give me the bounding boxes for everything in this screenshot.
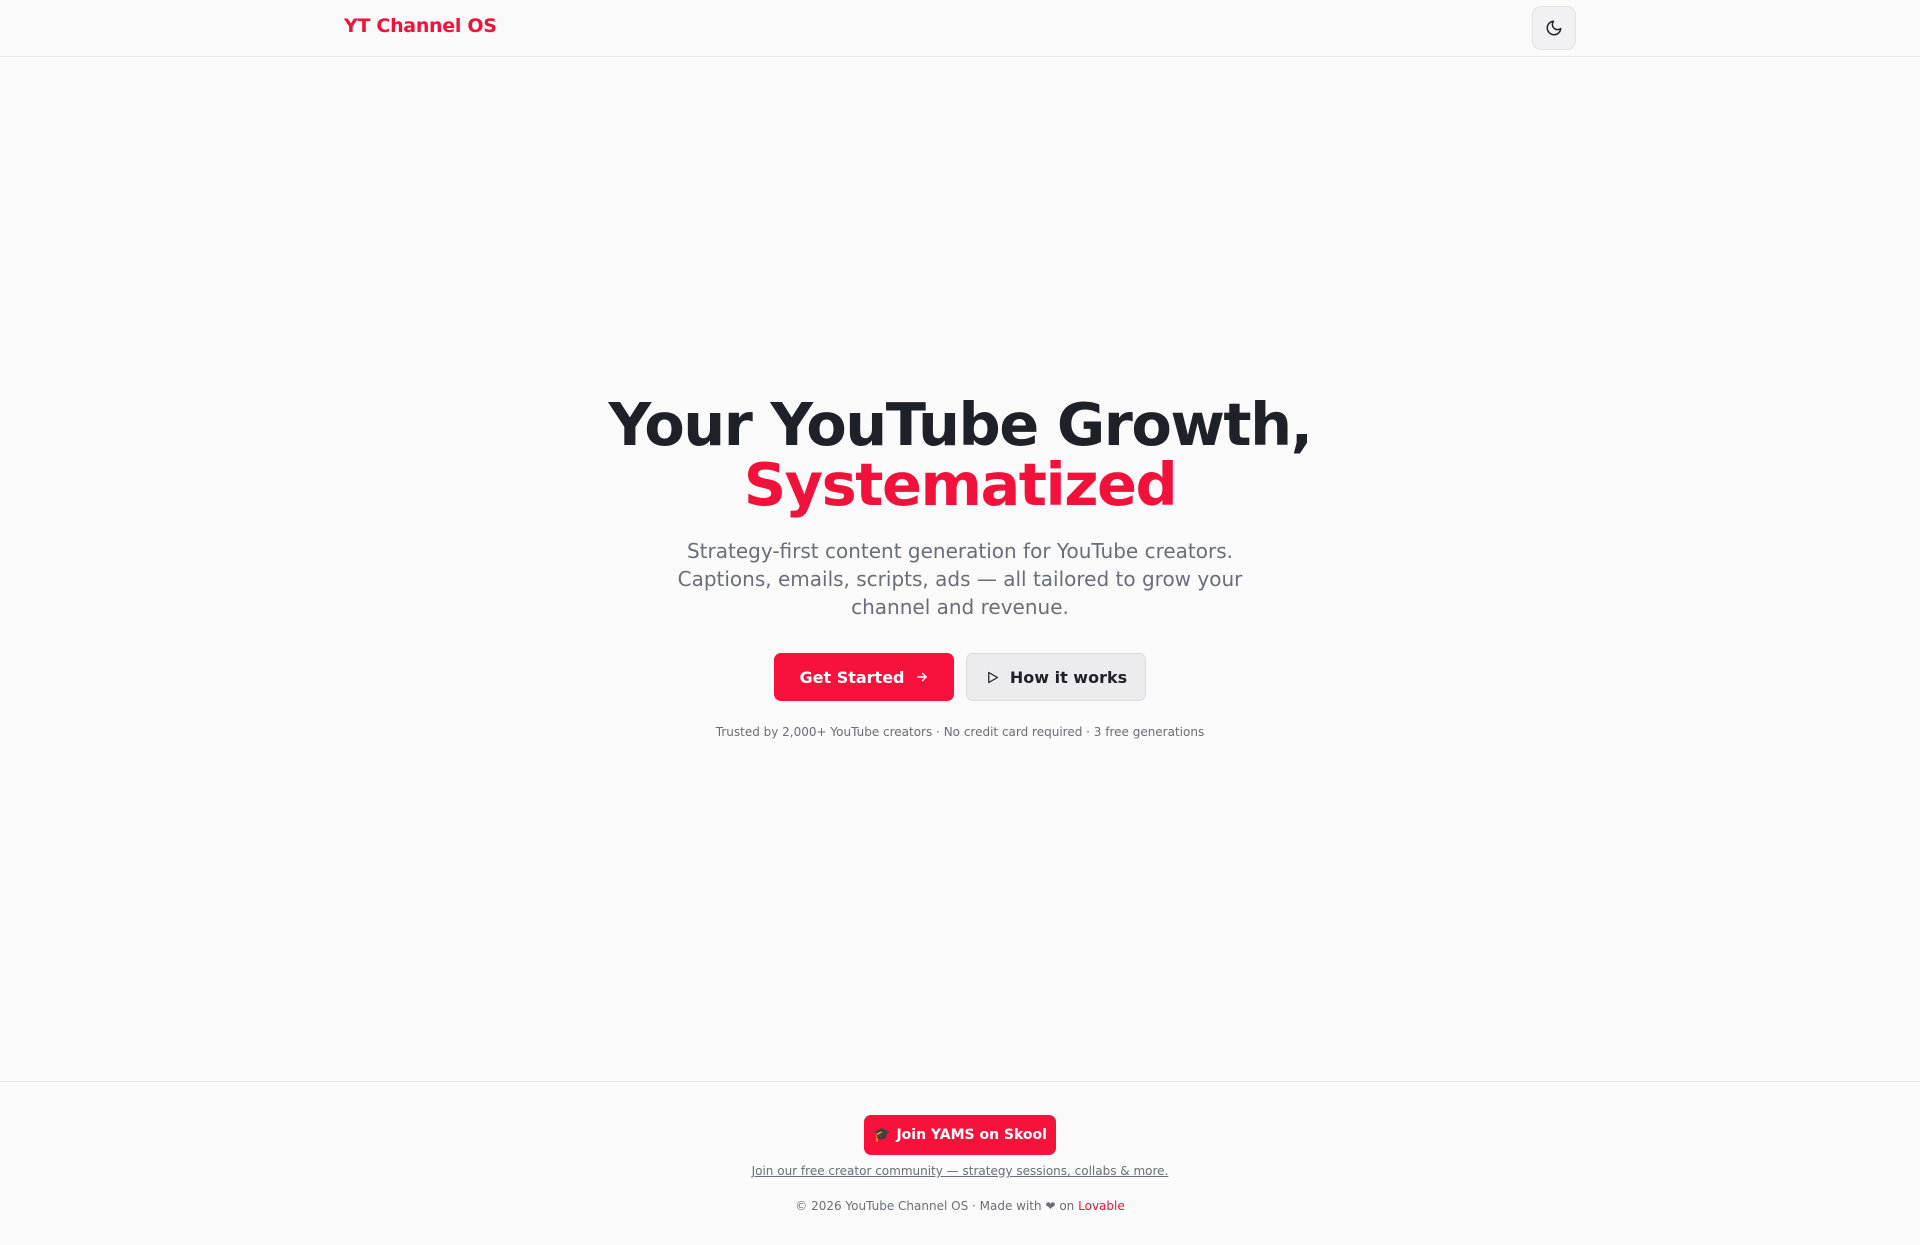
trust-line: Trusted by 2,000+ YouTube creators · No …: [715, 725, 1205, 739]
top-nav: YT Channel OS: [0, 0, 1920, 57]
graduation-cap-icon: 🎓: [873, 1127, 891, 1143]
play-icon: [987, 671, 998, 683]
how-it-works-button[interactable]: How it works: [966, 653, 1146, 701]
moon-icon: [1546, 20, 1562, 36]
footer: 🎓 Join YAMS on Skool Join our free creat…: [0, 1081, 1920, 1245]
join-skool-label: Join YAMS on Skool: [896, 1127, 1047, 1143]
hero-title-highlight: Systematized: [743, 450, 1178, 519]
how-it-works-label: How it works: [1009, 667, 1128, 687]
hero-subtitle: Strategy-first content generation for Yo…: [677, 539, 1243, 619]
community-link-row: Join our free creator community — strate…: [0, 1164, 1920, 1178]
logo[interactable]: YT Channel OS: [344, 15, 497, 37]
theme-toggle-button[interactable]: [1532, 6, 1576, 50]
copyright-text: © 2026 YouTube Channel OS · Made with: [795, 1199, 1042, 1213]
join-skool-button[interactable]: 🎓 Join YAMS on Skool: [864, 1115, 1056, 1155]
community-link[interactable]: Join our free creator community — strate…: [752, 1164, 1169, 1178]
heart-icon: ❤: [1045, 1199, 1056, 1213]
arrow-right-icon: [916, 672, 927, 682]
get-started-button[interactable]: Get Started: [774, 653, 954, 701]
copyright: © 2026 YouTube Channel OS · Made with ❤ …: [0, 1199, 1920, 1213]
get-started-label: Get Started: [799, 667, 905, 687]
copyright-on: on: [1059, 1199, 1075, 1213]
lovable-link[interactable]: Lovable: [1078, 1199, 1125, 1213]
